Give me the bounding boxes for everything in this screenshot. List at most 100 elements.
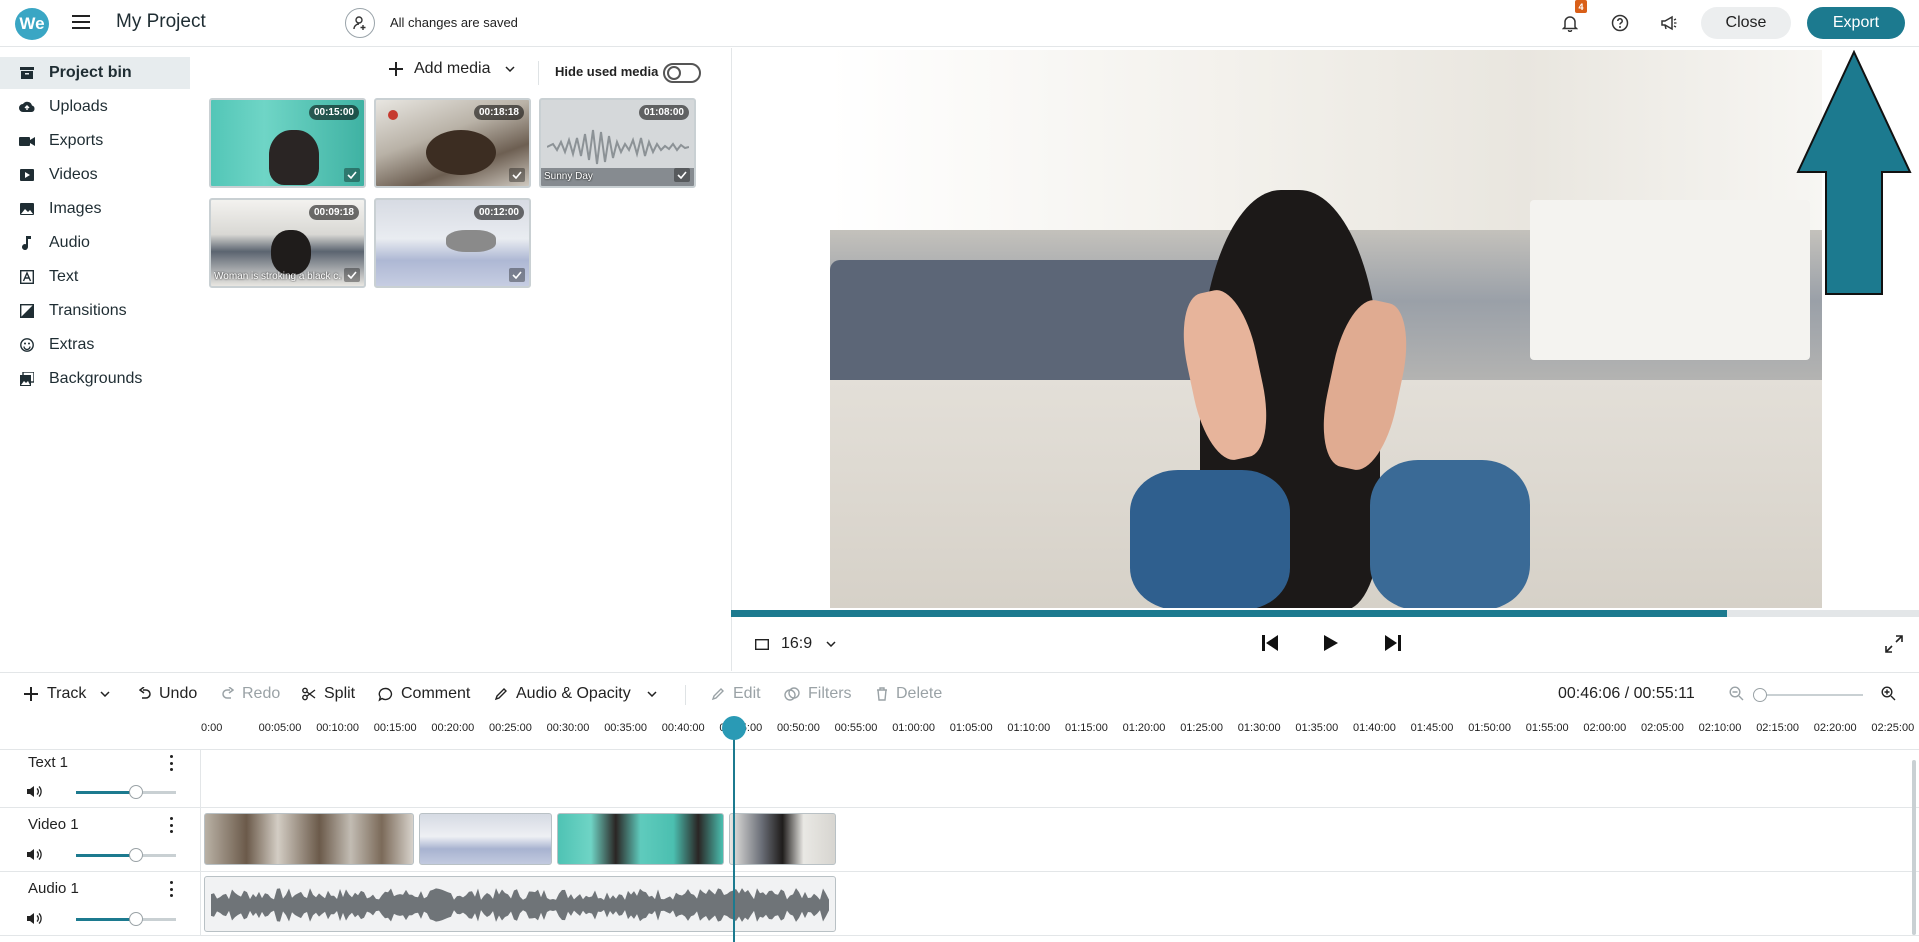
close-button[interactable]: Close <box>1701 7 1791 39</box>
video-clip[interactable] <box>419 813 552 865</box>
split-button[interactable]: Split <box>302 685 355 703</box>
skip-back-icon[interactable] <box>1261 634 1279 652</box>
edit-button[interactable]: Edit <box>711 685 761 703</box>
duration-badge: 00:18:18 <box>473 105 524 120</box>
ruler-label: 02:25:00 <box>1871 722 1915 734</box>
volume-slider[interactable] <box>76 848 176 862</box>
export-button[interactable]: Export <box>1807 7 1905 39</box>
help-icon[interactable] <box>1607 10 1633 36</box>
media-item[interactable]: 00:09:18 Woman is stroking a black c... <box>209 198 366 288</box>
announcement-icon[interactable] <box>1656 10 1682 36</box>
aspect-ratio-select[interactable]: 16:9 <box>755 635 836 653</box>
app-logo[interactable]: We <box>15 8 49 40</box>
volume-slider-knob[interactable] <box>129 848 143 862</box>
divider <box>200 872 201 936</box>
sidebar-item-audio[interactable]: Audio <box>0 227 190 259</box>
track-menu-icon[interactable] <box>167 817 175 833</box>
delete-label: Delete <box>896 685 943 702</box>
add-track-button[interactable]: Track <box>23 685 118 703</box>
check-icon <box>344 168 360 182</box>
hide-used-media-toggle[interactable] <box>663 63 701 83</box>
zoom-out-icon[interactable] <box>1729 686 1744 701</box>
track-name[interactable]: Text 1 <box>28 754 68 771</box>
zoom-in-icon[interactable] <box>1881 686 1896 701</box>
sidebar-item-images[interactable]: Images <box>0 193 190 225</box>
audio-opacity-button[interactable]: Audio & Opacity <box>494 685 665 703</box>
sidebar-item-uploads[interactable]: Uploads <box>0 91 190 123</box>
annotation-arrow-icon <box>1796 50 1912 295</box>
sidebar-item-exports[interactable]: Exports <box>0 125 190 157</box>
add-collaborator-icon[interactable] <box>345 8 375 38</box>
volume-slider[interactable] <box>76 912 176 926</box>
track-text-1: Text 1 <box>0 750 1919 808</box>
undo-label: Undo <box>159 685 198 702</box>
audio-clip[interactable] <box>204 876 836 932</box>
playhead-handle[interactable] <box>722 716 746 740</box>
zoom-slider[interactable] <box>1758 694 1863 696</box>
cat-shape <box>426 130 496 175</box>
volume-icon[interactable] <box>26 848 42 861</box>
ruler-label: 01:05:00 <box>949 722 993 734</box>
video-clip[interactable] <box>557 813 724 865</box>
ruler-label: 00:35:00 <box>604 722 648 734</box>
check-icon <box>344 268 360 282</box>
track-menu-icon[interactable] <box>167 881 175 897</box>
ruler-label: 00:40:00 <box>661 722 705 734</box>
volume-slider-knob[interactable] <box>129 912 143 926</box>
sidebar-item-extras[interactable]: Extras <box>0 329 190 361</box>
sidebar-item-text[interactable]: Text <box>0 261 190 293</box>
ruler-label: 01:35:00 <box>1295 722 1339 734</box>
upload-icon <box>19 101 35 113</box>
project-bin-icon <box>19 66 35 80</box>
sidebar-item-transitions[interactable]: Transitions <box>0 295 190 327</box>
volume-icon[interactable] <box>26 912 42 925</box>
track-name[interactable]: Video 1 <box>28 816 79 833</box>
volume-slider-fill <box>76 918 136 921</box>
sidebar-item-project-bin[interactable]: Project bin <box>0 57 190 89</box>
media-item[interactable]: 00:18:18 <box>374 98 531 188</box>
media-item[interactable]: 00:12:00 <box>374 198 531 288</box>
ruler-label: 0:00 <box>201 722 223 734</box>
duration-badge: 00:12:00 <box>473 205 524 220</box>
comment-button[interactable]: Comment <box>378 685 470 703</box>
image-icon <box>19 203 35 215</box>
filters-button[interactable]: Filters <box>784 685 852 703</box>
project-title[interactable]: My Project <box>116 11 206 33</box>
media-item[interactable]: 01:08:00 Sunny Day Sunny Day <box>539 98 696 188</box>
video-clip[interactable] <box>729 813 836 865</box>
timecode: 00:46:06 / 00:55:11 <box>1558 685 1695 702</box>
zoom-slider-knob[interactable] <box>1753 688 1767 702</box>
plus-icon <box>389 62 403 76</box>
undo-button[interactable]: Undo <box>139 685 197 703</box>
volume-slider[interactable] <box>76 785 176 799</box>
track-name[interactable]: Audio 1 <box>28 880 79 897</box>
volume-icon[interactable] <box>26 785 42 798</box>
playhead-line <box>733 727 735 942</box>
chevron-down-icon <box>647 691 657 697</box>
comment-label: Comment <box>401 685 471 702</box>
track-menu-icon[interactable] <box>167 755 175 771</box>
add-media-button[interactable]: Add media <box>388 60 515 78</box>
video-preview[interactable] <box>830 50 1822 608</box>
media-item[interactable]: 00:15:00 <box>209 98 366 188</box>
scissors-icon <box>302 687 316 701</box>
bell-icon[interactable] <box>1557 10 1583 36</box>
sidebar-item-videos[interactable]: Videos <box>0 159 190 191</box>
menu-icon[interactable] <box>72 15 90 29</box>
sleeve-shape <box>1370 460 1530 608</box>
redo-icon <box>222 687 234 699</box>
sidebar-item-label: Backgrounds <box>49 370 143 387</box>
fullscreen-icon[interactable] <box>1885 635 1903 653</box>
timeline-scrollbar[interactable] <box>1912 760 1916 935</box>
volume-slider-knob[interactable] <box>129 785 143 799</box>
delete-button[interactable]: Delete <box>876 685 942 703</box>
timeline-toolbar: Track Undo Redo Split Comment Audio & Op… <box>0 672 1919 714</box>
divider <box>538 61 539 85</box>
chevron-down-icon <box>100 691 110 697</box>
play-icon[interactable] <box>1323 634 1339 652</box>
timeline-ruler[interactable]: 0:00 00:05:00 00:10:00 00:15:00 00:20:00 00:2… <box>0 714 1919 750</box>
sidebar-item-backgrounds[interactable]: Backgrounds <box>0 363 190 395</box>
redo-button[interactable]: Redo <box>222 685 280 703</box>
video-clip[interactable] <box>204 813 414 865</box>
skip-forward-icon[interactable] <box>1384 634 1402 652</box>
